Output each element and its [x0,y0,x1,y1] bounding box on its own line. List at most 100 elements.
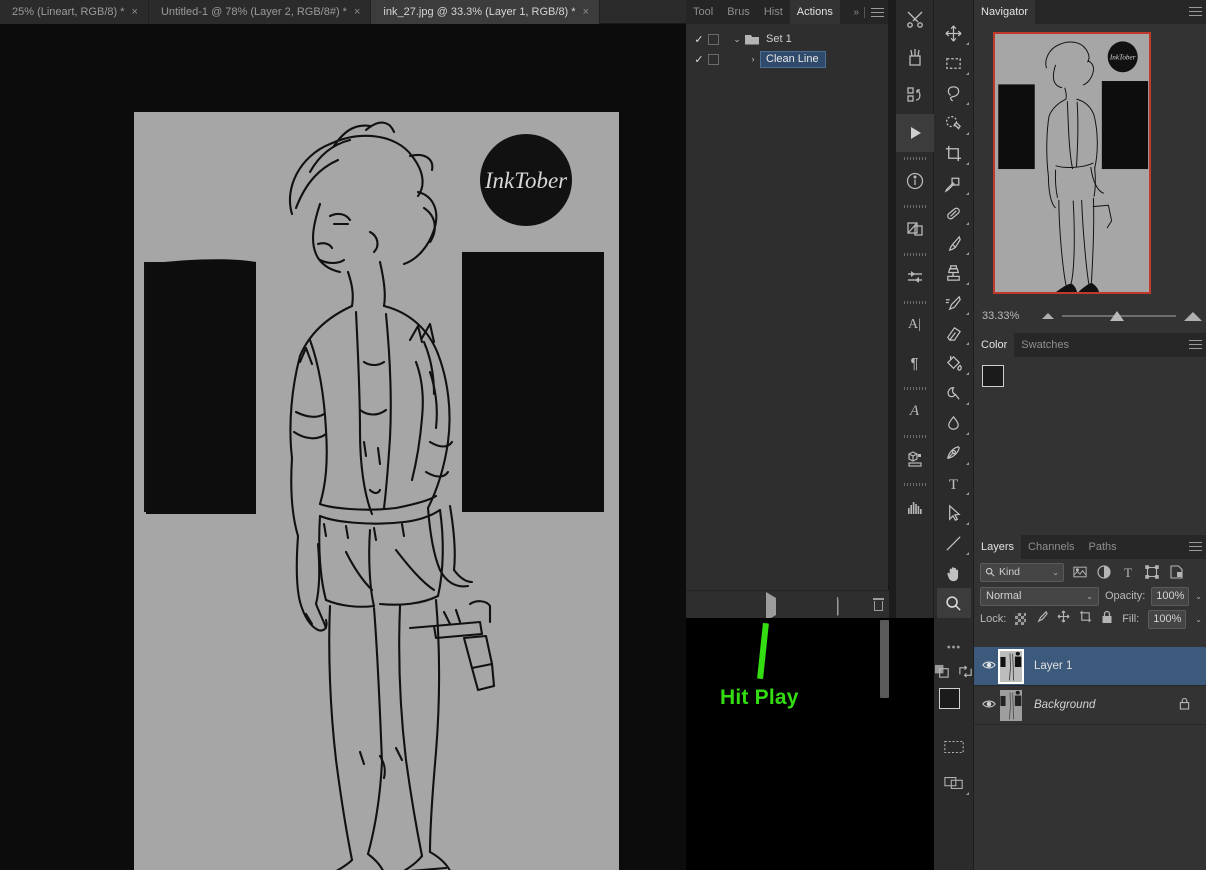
pen-tool[interactable] [937,438,971,468]
layer-name[interactable]: Layer 1 [1034,660,1072,672]
close-icon[interactable]: × [132,6,138,18]
foreground-background-colors[interactable] [937,688,972,722]
chevron-down-icon[interactable]: ⌄ [1086,592,1093,601]
crop-tool[interactable] [937,138,971,168]
history-brush-tool[interactable] [937,288,971,318]
3d-icon[interactable] [896,440,934,478]
marquee-tool[interactable] [937,48,971,78]
panel-menu-icon[interactable] [1189,7,1202,16]
eye-icon[interactable] [978,698,1000,712]
tab-color[interactable]: Color [974,333,1015,357]
record-button[interactable] [727,598,741,612]
action-label-clean-line[interactable]: Clean Line [760,50,826,68]
tab-tool-presets[interactable]: Tool [686,0,721,24]
history-icon[interactable] [896,76,934,114]
chevron-right-icon[interactable]: › [745,54,761,64]
dodge-tool[interactable] [937,378,971,408]
layer-kind-select[interactable]: Kind ⌄ [980,562,1064,582]
canvas-area[interactable]: InkTober [0,24,686,870]
new-action-button[interactable] [835,596,849,616]
slider-knob[interactable] [1110,311,1124,321]
fill-chevron-down-icon[interactable]: ⌄ [1195,615,1202,624]
artboard[interactable]: InkTober [134,112,619,870]
filter-shape-icon[interactable] [1144,564,1160,580]
actions-list[interactable]: ✓ ⌄ Set 1 ✓ › Clean Line [686,24,888,69]
foreground-color-swatch[interactable] [938,688,960,709]
eraser-tool[interactable] [937,318,971,348]
chevron-down-icon[interactable]: ⌄ [729,34,745,45]
filter-type-icon[interactable]: T [1120,564,1136,580]
new-set-button[interactable] [799,598,813,612]
paragraph-icon[interactable]: ¶ [896,344,934,382]
tab-paths[interactable]: Paths [1081,535,1124,559]
scrollbar-thumb[interactable] [880,620,889,698]
eyedropper-tool[interactable] [937,168,971,198]
move-tool[interactable] [937,18,971,48]
filter-adjustment-icon[interactable] [1096,564,1112,580]
quick-selection-tool[interactable] [937,108,971,138]
blur-tool[interactable] [937,408,971,438]
color-panel-swatches[interactable] [982,365,1022,401]
action-toggle-check[interactable]: ✓ [690,53,708,66]
panel-menu-icon[interactable] [871,7,884,17]
info-icon[interactable] [896,162,934,200]
foreground-color-swatch[interactable] [982,365,1004,387]
action-row[interactable]: ✓ › Clean Line [686,49,888,69]
edit-in-quick-mask-icon[interactable] [937,732,971,762]
navigator-zoom-value[interactable]: 33.33% [982,310,1034,322]
histogram-icon[interactable] [896,488,934,526]
lock-all-icon[interactable] [1101,610,1113,629]
swap-colors-icon[interactable] [958,664,973,684]
action-dialog-toggle[interactable] [708,33,719,45]
lasso-tool[interactable] [937,78,971,108]
layer-thumbnail[interactable] [1000,689,1022,721]
document-tab-3[interactable]: ink_27.jpg @ 33.3% (Layer 1, RGB/8) * × [371,0,600,24]
navigator-zoom-slider[interactable] [1062,310,1176,322]
type-tool[interactable]: T [937,468,971,498]
zoom-tool[interactable] [936,588,971,618]
quick-mask-icon[interactable] [934,664,951,684]
tool-presets-icon[interactable] [896,0,934,38]
tab-actions[interactable]: Actions [789,0,840,24]
tab-layers[interactable]: Layers [974,535,1022,559]
screen-mode-icon[interactable] [937,768,971,798]
hand-tool[interactable] [937,558,971,588]
panel-menu-icon[interactable] [1189,340,1202,349]
lock-image-pixels-icon[interactable] [1035,610,1048,628]
action-set-row[interactable]: ✓ ⌄ Set 1 [686,29,888,49]
action-toggle-check[interactable]: ✓ [690,33,708,46]
eye-icon[interactable] [978,659,1000,673]
close-icon[interactable]: × [354,6,360,18]
lock-artboard-icon[interactable] [1079,610,1092,628]
expand-panels-icon[interactable]: » [853,7,858,18]
filter-smart-object-icon[interactable] [1168,564,1184,580]
zoom-out-icon[interactable] [1042,313,1054,319]
layer-list[interactable]: Layer 1 Background [974,647,1206,725]
blend-mode-select[interactable]: Normal ⌄ [980,586,1099,606]
brush-presets-icon[interactable] [896,38,934,76]
channels-icon[interactable] [896,210,934,248]
navigator-thumbnail[interactable]: InkTober [993,32,1151,294]
line-tool[interactable] [937,528,971,558]
lock-position-icon[interactable] [1057,610,1070,628]
paint-bucket-tool[interactable] [937,348,971,378]
stop-button[interactable] [691,598,705,612]
tab-swatches[interactable]: Swatches [1014,333,1076,357]
fill-value[interactable]: 100% [1148,609,1187,629]
path-selection-tool[interactable] [937,498,971,528]
action-dialog-toggle[interactable] [708,53,719,65]
styles-icon[interactable]: A [896,392,934,430]
lock-transparent-pixels-icon[interactable] [1015,613,1027,625]
tab-brushes[interactable]: Brus [720,0,757,24]
tab-history[interactable]: Hist [756,0,790,24]
tab-navigator[interactable]: Navigator [974,0,1036,24]
close-icon[interactable]: × [583,6,589,18]
layer-name[interactable]: Background [1034,699,1095,711]
filter-pixel-icon[interactable] [1072,564,1088,580]
layer-row-layer-1[interactable]: Layer 1 [974,647,1206,686]
opacity-chevron-down-icon[interactable]: ⌄ [1195,592,1202,601]
play-button[interactable] [763,591,777,621]
tab-channels[interactable]: Channels [1021,535,1082,559]
document-tab-1[interactable]: 25% (Lineart, RGB/8) * × [0,0,149,24]
opacity-value[interactable]: 100% [1151,586,1190,606]
